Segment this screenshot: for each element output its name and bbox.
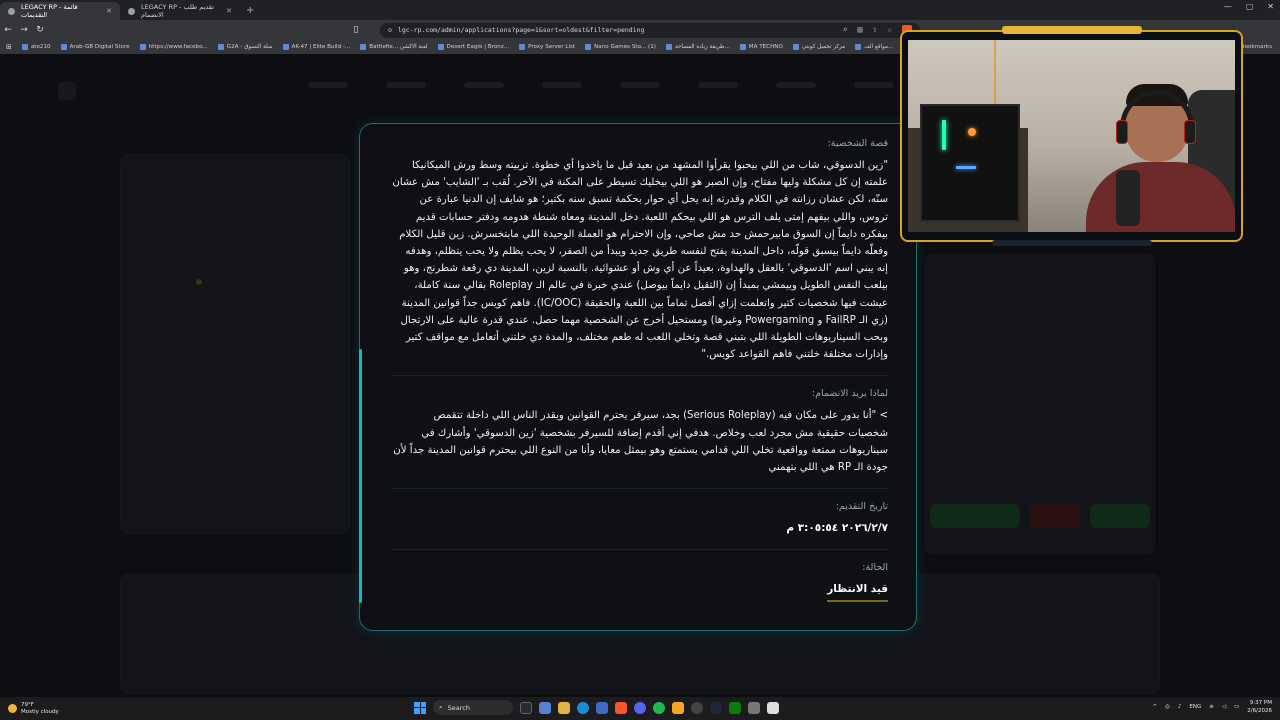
reject-button-bg	[1030, 504, 1080, 528]
maximize-icon[interactable]: ▢	[1246, 2, 1254, 11]
accept-button-bg	[1090, 504, 1150, 528]
url-input[interactable]: ⚙ lgc-rp.com/admin/applications?page=1&s…	[380, 22, 920, 38]
application-details-modal: قصة الشخصية: "زين الدسوقي، شاب من اللي ب…	[359, 123, 917, 631]
bookmark-item[interactable]: AK-47 | Elite Build -...	[282, 44, 350, 50]
language-indicator[interactable]: ENG	[1189, 704, 1201, 710]
why-join-text: > "أنا بدور على مكان فيه (Serious Rolepl…	[393, 410, 888, 474]
edge-icon[interactable]	[577, 701, 589, 714]
speaker-icon[interactable]: ◁	[1222, 704, 1226, 710]
status-label: الحالة:	[862, 562, 888, 574]
search-label: Search	[447, 703, 470, 712]
clock[interactable]: 9:37 PM 2/6/2026	[1247, 699, 1272, 715]
tab-apply[interactable]: LEGACY RP - تقديم طلب الانضمام ✕	[120, 2, 240, 20]
translate-icon[interactable]: ▤	[858, 25, 863, 35]
site-favicon-icon	[128, 7, 135, 15]
site-info-icon[interactable]: ⚙	[388, 26, 392, 34]
weather-widget[interactable]: 79°F Mostly cloudy	[0, 702, 59, 716]
discord-icon[interactable]	[634, 701, 646, 714]
taskbar-search[interactable]: ⌕ Search	[433, 700, 513, 715]
start-icon[interactable]	[414, 701, 426, 714]
bookmark-item[interactable]: مواقع الف...	[855, 44, 893, 50]
back-icon[interactable]: ←	[0, 25, 16, 35]
weather-icon	[8, 704, 17, 713]
minimize-icon[interactable]: —	[1224, 2, 1232, 11]
bookmark-item[interactable]: ato210	[21, 44, 51, 50]
status-badge: قيد الانتظار	[827, 581, 888, 602]
system-tray: ^ ◎ ♪ ENG ≋ ◁ ▭ 9:37 PM 2/6/2026	[1152, 699, 1272, 715]
site-favicon-icon	[8, 7, 15, 15]
window-controls: — ▢ ✕	[1224, 2, 1274, 11]
browser-tab-bar: LEGACY RP - قائمة التقديمات ✕ LEGACY RP …	[0, 0, 1280, 20]
clock-date: 2/6/2026	[1247, 708, 1272, 714]
new-tab-button[interactable]: +	[246, 5, 254, 16]
obs-icon[interactable]	[691, 701, 703, 714]
notepad-icon[interactable]	[767, 701, 779, 714]
close-tab-icon[interactable]: ✕	[226, 7, 232, 15]
clock-time: 9:37 PM	[1249, 700, 1272, 706]
url-text: lgc-rp.com/admin/applications?page=1&sor…	[397, 26, 645, 34]
bookmark-item[interactable]: MA TECHNO	[739, 44, 783, 50]
bookmark-page-icon[interactable]: ▯	[348, 25, 364, 35]
date-label: تاريخ التقديم:	[835, 501, 888, 513]
spotify-icon[interactable]	[653, 701, 665, 714]
story-section: قصة الشخصية: "زين الدسوقي، شاب من اللي ب…	[392, 138, 888, 377]
windows-taskbar: 79°F Mostly cloudy ⌕ Search ^ ◎ ♪ ENG ≋ …	[0, 697, 1280, 720]
tab-title: LEGACY RP - تقديم طلب الانضمام	[141, 3, 214, 19]
story-label: قصة الشخصية:	[827, 138, 888, 149]
file-explorer-icon[interactable]	[558, 701, 570, 714]
weather-desc: Mostly cloudy	[21, 708, 59, 715]
reload-icon[interactable]: ↻	[32, 25, 48, 35]
modal-content: قصة الشخصية: "زين الدسوقي، شاب من اللي ب…	[392, 138, 888, 626]
date-section: تاريخ التقديم: ٢٠٢٦/٢/٧ ٣:٠٥:٥٤ م	[392, 501, 888, 551]
bookmark-item[interactable]: Arab-GB Digital Store	[60, 44, 130, 50]
share-icon[interactable]: ⇪	[872, 25, 877, 35]
webcam-feed	[908, 40, 1235, 232]
bookmark-item[interactable]: Nano Games Sto... (1)	[585, 44, 656, 50]
bookmark-item[interactable]: Proxy Server List	[519, 44, 575, 50]
brave-icon[interactable]	[615, 701, 627, 714]
forward-icon[interactable]: →	[16, 25, 32, 35]
story-text: "زين الدسوقي، شاب من اللي بيحبوا يقرأوا …	[392, 160, 888, 361]
bookmark-item[interactable]: Desert Eagle | Bronz...	[437, 44, 509, 50]
modal-scrollbar[interactable]	[359, 349, 362, 603]
app-icon[interactable]	[672, 701, 684, 714]
date-value: ٢٠٢٦/٢/٧ ٣:٠٥:٥٤ م	[786, 522, 888, 535]
settings-icon[interactable]	[748, 701, 760, 714]
tab-title: LEGACY RP - قائمة التقديمات	[21, 3, 78, 19]
close-window-icon[interactable]: ✕	[1267, 2, 1274, 11]
store-icon[interactable]	[596, 701, 608, 714]
tray-chevron-icon[interactable]: ^	[1152, 704, 1157, 710]
bookmark-item[interactable]: مركز تحميل كوبتي	[792, 44, 845, 50]
approve-button-bg	[930, 504, 1020, 528]
why-join-section: لماذا يريد الانضمام: > "أنا بدور على مكا…	[392, 388, 888, 490]
status-section: الحالة: قيد الانتظار	[392, 562, 888, 613]
apps-icon[interactable]: ⊞	[6, 43, 12, 51]
taskbar-apps: ⌕ Search	[414, 700, 779, 715]
steam-icon[interactable]	[710, 701, 722, 714]
xbox-icon[interactable]	[729, 701, 741, 714]
bookmark-item[interactable]: Battlefie... لعبة الاكشن	[360, 44, 428, 50]
star-icon[interactable]: ☆	[887, 25, 892, 35]
search-icon: ⌕	[439, 703, 443, 711]
why-join-label: لماذا يريد الانضمام:	[811, 388, 888, 400]
wifi-icon[interactable]: ≋	[1209, 704, 1214, 710]
bookmark-item[interactable]: G2A - سلة التسوق	[217, 44, 273, 50]
bookmark-item[interactable]: طريقة زيادة المساحة...	[665, 44, 730, 50]
task-view-icon[interactable]	[520, 701, 532, 714]
tab-applications-list[interactable]: LEGACY RP - قائمة التقديمات ✕	[0, 2, 120, 20]
background-panel	[120, 154, 350, 534]
network-icon[interactable]: ◎	[1165, 704, 1170, 710]
volume-icon[interactable]: ♪	[1178, 704, 1182, 710]
widgets-icon[interactable]	[539, 701, 551, 714]
battery-icon[interactable]: ▭	[1234, 704, 1239, 710]
zoom-icon[interactable]: ⌕	[843, 25, 848, 35]
close-tab-icon[interactable]: ✕	[106, 7, 112, 15]
bookmark-item[interactable]: https://www.facebo...	[139, 44, 208, 50]
status-dot	[196, 279, 202, 285]
weather-temp: 79°F	[21, 701, 34, 708]
microphone	[1116, 170, 1140, 226]
pc-case	[920, 104, 1020, 222]
